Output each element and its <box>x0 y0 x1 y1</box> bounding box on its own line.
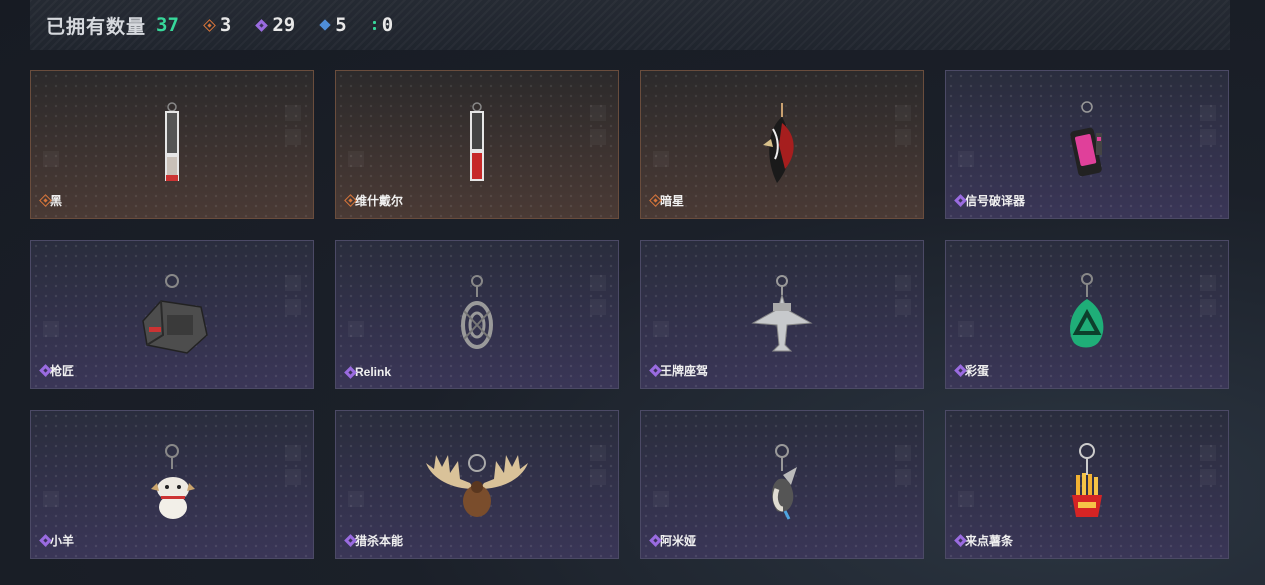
purple-diamond-icon <box>255 18 269 32</box>
card-charm-red-icon <box>422 99 532 195</box>
ring-emblem-charm-icon <box>422 269 532 365</box>
charm-label: 彩蛋 <box>954 362 990 379</box>
card-charm-black-icon <box>117 99 227 195</box>
charm-label: 阿米娅 <box>649 532 697 549</box>
charm-card[interactable]: 枪匠 <box>30 240 314 389</box>
charm-name: 彩蛋 <box>965 364 990 378</box>
charm-name: 信号破译器 <box>965 194 1026 208</box>
stat-orange-value: 3 <box>219 14 232 36</box>
green-dots-icon <box>372 20 376 30</box>
charm-label: 暗星 <box>649 192 685 209</box>
charm-card[interactable]: 王牌座驾 <box>640 240 924 389</box>
stat-orange: 3 <box>203 14 232 36</box>
charm-card[interactable]: Relink <box>335 240 619 389</box>
charm-name: 小羊 <box>50 534 75 548</box>
ownership-summary-bar: 已拥有数量 37 3 29 5 0 <box>30 0 1230 50</box>
charm-card[interactable]: 黑 <box>30 70 314 219</box>
charm-label: 信号破译器 <box>954 192 1026 209</box>
charm-label: 来点薯条 <box>954 532 1014 549</box>
stat-green-value: 0 <box>381 14 394 36</box>
charm-card[interactable]: 信号破译器 <box>945 70 1229 219</box>
lamb-charm-icon <box>117 439 227 535</box>
charm-label: 枪匠 <box>39 362 75 379</box>
charm-label: 王牌座驾 <box>649 362 709 379</box>
charm-name: 枪匠 <box>50 364 75 378</box>
owned-count-title: 已拥有数量 <box>46 16 147 38</box>
stat-purple: 29 <box>255 14 296 36</box>
charm-name: 王牌座驾 <box>660 364 709 378</box>
charm-card[interactable]: 彩蛋 <box>945 240 1229 389</box>
charm-label: 维什戴尔 <box>344 192 404 209</box>
charm-card[interactable]: 小羊 <box>30 410 314 559</box>
green-egg-charm-icon <box>1032 269 1142 365</box>
stat-blue: 5 <box>319 14 347 36</box>
charm-label: 小羊 <box>39 532 75 549</box>
charm-card[interactable]: 暗星 <box>640 70 924 219</box>
charm-name: 维什戴尔 <box>355 194 404 208</box>
moose-antler-charm-icon <box>412 439 542 535</box>
jet-plane-charm-icon <box>727 269 837 365</box>
charm-grid: 黑 维什戴尔 暗星 信号破译器 枪匠 Relink 王牌座驾 彩蛋 小羊 猎杀本… <box>30 70 1229 559</box>
charm-name: 来点薯条 <box>965 534 1014 548</box>
charm-name: Relink <box>355 365 392 379</box>
charm-name: 阿米娅 <box>660 534 697 548</box>
bunny-charm-icon <box>727 439 837 535</box>
charm-card[interactable]: 维什戴尔 <box>335 70 619 219</box>
metal-crate-charm-icon <box>117 269 227 365</box>
charm-card[interactable]: 猎杀本能 <box>335 410 619 559</box>
stat-green: 0 <box>372 14 394 36</box>
owned-total: 37 <box>156 14 179 36</box>
charm-label: Relink <box>344 365 392 379</box>
blue-diamond-icon <box>319 19 331 31</box>
fries-charm-icon <box>1032 439 1142 535</box>
charm-card[interactable]: 阿米娅 <box>640 410 924 559</box>
charm-label: 猎杀本能 <box>344 532 404 549</box>
charm-name: 猎杀本能 <box>355 534 404 548</box>
orange-diamond-icon <box>203 18 216 32</box>
stat-purple-value: 29 <box>272 14 296 36</box>
pink-device-charm-icon <box>1032 99 1142 195</box>
stat-blue-value: 5 <box>335 14 347 36</box>
charm-label: 黑 <box>39 192 62 209</box>
feather-charm-icon <box>727 99 837 195</box>
charm-name: 暗星 <box>660 194 685 208</box>
charm-card[interactable]: 来点薯条 <box>945 410 1229 559</box>
